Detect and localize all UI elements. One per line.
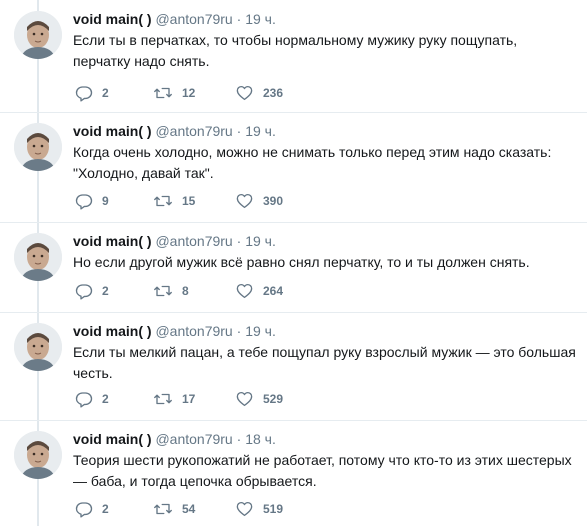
heart-icon bbox=[236, 283, 253, 299]
user-handle[interactable]: @anton79ru bbox=[155, 431, 232, 447]
retweet-count: 17 bbox=[182, 392, 196, 406]
retweet-icon bbox=[154, 87, 172, 99]
reply-count: 2 bbox=[102, 86, 109, 100]
like-count: 529 bbox=[263, 392, 284, 406]
separator-dot: · bbox=[236, 123, 242, 139]
timestamp[interactable]: 19 ч. bbox=[245, 123, 276, 139]
reply-icon bbox=[75, 284, 93, 300]
separator-dot: · bbox=[236, 431, 242, 447]
reply-icon bbox=[75, 194, 93, 210]
avatar[interactable] bbox=[14, 233, 62, 281]
like-count: 236 bbox=[263, 86, 284, 100]
separator-dot: · bbox=[236, 323, 242, 339]
heart-icon bbox=[236, 193, 253, 209]
reply-count: 2 bbox=[102, 392, 109, 406]
reply-button[interactable]: 9 bbox=[75, 191, 109, 211]
separator-dot: · bbox=[236, 233, 242, 249]
avatar-image bbox=[14, 323, 62, 371]
timestamp[interactable]: 19 ч. bbox=[245, 323, 276, 339]
avatar-image bbox=[14, 431, 62, 479]
reply-button[interactable]: 2 bbox=[75, 281, 109, 301]
user-handle[interactable]: @anton79ru bbox=[155, 233, 232, 249]
tweet-divider bbox=[0, 112, 587, 113]
retweet-count: 54 bbox=[182, 502, 196, 516]
tweet-text: Но если другой мужик всё равно снял перч… bbox=[73, 254, 530, 270]
tweet-text: Когда очень холодно, можно не снимать то… bbox=[73, 144, 552, 181]
user-handle[interactable]: @anton79ru bbox=[155, 123, 232, 139]
avatar[interactable] bbox=[14, 323, 62, 371]
retweet-icon bbox=[154, 393, 172, 405]
retweet-button[interactable]: 54 bbox=[153, 499, 195, 519]
tweet-divider bbox=[0, 222, 587, 223]
reply-icon bbox=[75, 86, 93, 102]
retweet-count: 8 bbox=[182, 284, 189, 298]
timestamp[interactable]: 19 ч. bbox=[245, 11, 276, 27]
display-name[interactable]: void main( ) bbox=[73, 233, 152, 249]
like-button[interactable]: 529 bbox=[235, 389, 283, 409]
retweet-button[interactable]: 8 bbox=[153, 281, 189, 301]
retweet-button[interactable]: 17 bbox=[153, 389, 195, 409]
reply-button[interactable]: 2 bbox=[75, 389, 109, 409]
display-name[interactable]: void main( ) bbox=[73, 431, 152, 447]
display-name[interactable]: void main( ) bbox=[73, 123, 152, 139]
reply-count: 9 bbox=[102, 194, 109, 208]
user-handle[interactable]: @anton79ru bbox=[155, 11, 232, 27]
tweet-header: void main( ) @anton79ru · 19 ч. bbox=[73, 122, 276, 140]
timestamp[interactable]: 19 ч. bbox=[245, 233, 276, 249]
heart-icon bbox=[236, 391, 253, 407]
avatar[interactable] bbox=[14, 431, 62, 479]
retweet-icon bbox=[154, 503, 172, 515]
reply-count: 2 bbox=[102, 284, 109, 298]
tweet-text: Теория шести рукопожатий не работает, по… bbox=[73, 452, 572, 489]
avatar[interactable] bbox=[14, 11, 62, 59]
tweet-text: Если ты мелкий пацан, а тебе пощупал рук… bbox=[73, 344, 576, 381]
tweet-text: Если ты в перчатках, то чтобы нормальном… bbox=[73, 32, 518, 69]
reply-icon bbox=[75, 502, 93, 518]
retweet-icon bbox=[154, 195, 172, 207]
like-button[interactable]: 519 bbox=[235, 499, 283, 519]
avatar[interactable] bbox=[14, 123, 62, 171]
like-button[interactable]: 236 bbox=[235, 83, 283, 103]
reply-count: 2 bbox=[102, 502, 109, 516]
tweet-divider bbox=[0, 312, 587, 313]
retweet-button[interactable]: 12 bbox=[153, 83, 195, 103]
separator-dot: · bbox=[236, 11, 242, 27]
like-count: 390 bbox=[263, 194, 284, 208]
retweet-button[interactable]: 15 bbox=[153, 191, 195, 211]
display-name[interactable]: void main( ) bbox=[73, 323, 152, 339]
reply-button[interactable]: 2 bbox=[75, 499, 109, 519]
heart-icon bbox=[236, 85, 253, 101]
retweet-count: 12 bbox=[182, 86, 196, 100]
user-handle[interactable]: @anton79ru bbox=[155, 323, 232, 339]
tweet-header: void main( ) @anton79ru · 18 ч. bbox=[73, 430, 276, 448]
avatar-image bbox=[14, 11, 62, 59]
reply-icon bbox=[75, 392, 93, 408]
retweet-icon bbox=[154, 285, 172, 297]
tweet-header: void main( ) @anton79ru · 19 ч. bbox=[73, 10, 276, 28]
reply-button[interactable]: 2 bbox=[75, 83, 109, 103]
avatar-image bbox=[14, 123, 62, 171]
tweet-header: void main( ) @anton79ru · 19 ч. bbox=[73, 322, 276, 340]
avatar-image bbox=[14, 233, 62, 281]
heart-icon bbox=[236, 501, 253, 517]
like-button[interactable]: 264 bbox=[235, 281, 283, 301]
timestamp[interactable]: 18 ч. bbox=[245, 431, 276, 447]
display-name[interactable]: void main( ) bbox=[73, 11, 152, 27]
like-count: 519 bbox=[263, 502, 284, 516]
like-button[interactable]: 390 bbox=[235, 191, 283, 211]
tweet-divider bbox=[0, 420, 587, 421]
tweet-header: void main( ) @anton79ru · 19 ч. bbox=[73, 232, 276, 250]
retweet-count: 15 bbox=[182, 194, 196, 208]
like-count: 264 bbox=[263, 284, 284, 298]
